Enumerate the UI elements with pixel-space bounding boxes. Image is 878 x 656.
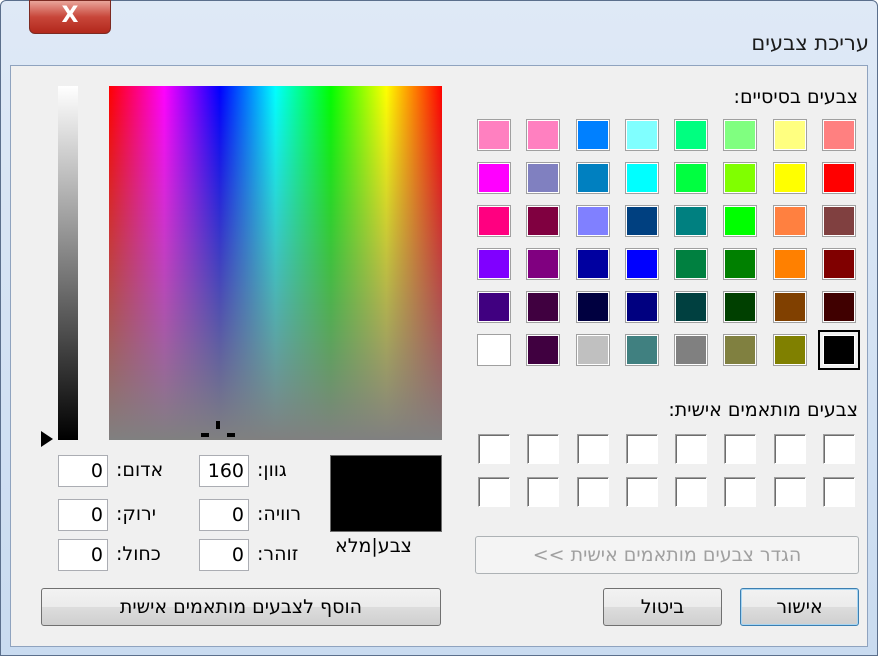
basic-color-swatch[interactable] xyxy=(477,205,511,237)
saturation-input[interactable]: 0 xyxy=(199,499,249,531)
custom-color-slot[interactable] xyxy=(478,477,510,507)
add-to-custom-colors-button[interactable]: הוסף לצבעים מותאמים אישית xyxy=(41,588,441,626)
luminance-arrow-icon[interactable] xyxy=(41,431,53,447)
basic-color-swatch[interactable] xyxy=(773,248,807,280)
custom-color-slot[interactable] xyxy=(774,477,806,507)
basic-color-swatch[interactable] xyxy=(674,205,708,237)
basic-color-swatch[interactable] xyxy=(773,205,807,237)
basic-color-swatch[interactable] xyxy=(773,334,807,366)
green-input[interactable]: 0 xyxy=(58,499,108,531)
custom-colors-label: צבעים מותאמים אישית: xyxy=(668,399,858,421)
spectrum-crosshair-left xyxy=(201,433,209,437)
luminance-slider[interactable] xyxy=(58,86,78,440)
basic-color-swatch[interactable] xyxy=(674,248,708,280)
basic-color-swatch[interactable] xyxy=(576,291,610,323)
basic-color-swatch[interactable] xyxy=(822,205,856,237)
blue-input[interactable]: 0 xyxy=(58,539,108,571)
basic-color-swatch[interactable] xyxy=(625,291,659,323)
basic-color-swatch[interactable] xyxy=(477,119,511,151)
basic-color-swatch[interactable] xyxy=(818,330,860,370)
basic-color-swatch[interactable] xyxy=(526,205,560,237)
title-bar: X עריכת צבעים xyxy=(1,0,878,65)
basic-color-swatch[interactable] xyxy=(625,334,659,366)
basic-color-swatch[interactable] xyxy=(576,248,610,280)
basic-color-swatch[interactable] xyxy=(625,205,659,237)
blue-label: כחול: xyxy=(116,543,161,565)
basic-color-swatch[interactable] xyxy=(723,119,757,151)
hue-label: גוון: xyxy=(257,459,287,481)
basic-color-swatch[interactable] xyxy=(822,291,856,323)
color-spectrum[interactable] xyxy=(109,86,442,440)
custom-color-slot[interactable] xyxy=(527,477,559,507)
basic-color-swatch[interactable] xyxy=(822,248,856,280)
basic-color-swatch[interactable] xyxy=(822,162,856,194)
custom-color-slot[interactable] xyxy=(626,434,658,464)
basic-color-swatch[interactable] xyxy=(477,162,511,194)
basic-color-swatch[interactable] xyxy=(576,119,610,151)
basic-color-swatch[interactable] xyxy=(723,334,757,366)
saturation-label: רוויה: xyxy=(257,503,302,525)
basic-color-swatch[interactable] xyxy=(674,291,708,323)
hue-input[interactable]: 160 xyxy=(199,455,249,487)
basic-color-swatch[interactable] xyxy=(576,162,610,194)
basic-colors-label: צבעים בסיסיים: xyxy=(733,86,858,108)
basic-color-swatch[interactable] xyxy=(773,162,807,194)
basic-color-swatch[interactable] xyxy=(526,248,560,280)
basic-color-swatch[interactable] xyxy=(526,291,560,323)
basic-color-swatch[interactable] xyxy=(723,291,757,323)
close-button[interactable]: X xyxy=(29,0,111,34)
custom-color-slot[interactable] xyxy=(675,434,707,464)
basic-color-swatch[interactable] xyxy=(773,119,807,151)
custom-color-slot[interactable] xyxy=(577,477,609,507)
basic-color-swatch[interactable] xyxy=(674,119,708,151)
basic-color-swatch[interactable] xyxy=(526,162,560,194)
custom-color-slot[interactable] xyxy=(724,477,756,507)
custom-color-slot[interactable] xyxy=(577,434,609,464)
custom-color-slot[interactable] xyxy=(626,477,658,507)
red-input[interactable]: 0 xyxy=(58,455,108,487)
basic-color-swatch[interactable] xyxy=(526,334,560,366)
solid-color-label: צבע|מלא xyxy=(335,535,412,557)
ok-button[interactable]: אישור xyxy=(740,588,859,626)
basic-color-swatch[interactable] xyxy=(625,119,659,151)
basic-color-swatch[interactable] xyxy=(723,162,757,194)
custom-color-slot[interactable] xyxy=(527,434,559,464)
green-label: ירוק: xyxy=(116,503,157,525)
basic-color-swatch[interactable] xyxy=(477,334,511,366)
red-label: אדום: xyxy=(116,459,164,481)
basic-color-swatch[interactable] xyxy=(576,205,610,237)
basic-color-swatch[interactable] xyxy=(822,119,856,151)
basic-color-swatch[interactable] xyxy=(674,162,708,194)
basic-color-swatch[interactable] xyxy=(723,248,757,280)
basic-color-swatch[interactable] xyxy=(576,334,610,366)
close-icon: X xyxy=(61,3,79,28)
custom-color-slot[interactable] xyxy=(478,434,510,464)
custom-color-slot[interactable] xyxy=(774,434,806,464)
window-title: עריכת צבעים xyxy=(751,31,869,55)
basic-color-swatch[interactable] xyxy=(625,248,659,280)
solid-color-preview xyxy=(330,455,442,532)
basic-color-swatch[interactable] xyxy=(773,291,807,323)
basic-color-swatch[interactable] xyxy=(477,291,511,323)
basic-color-swatch[interactable] xyxy=(477,248,511,280)
basic-color-swatch[interactable] xyxy=(723,205,757,237)
luminance-input[interactable]: 0 xyxy=(199,539,249,571)
custom-color-slot[interactable] xyxy=(823,434,855,464)
luminance-label: זוהר: xyxy=(257,543,299,565)
custom-color-slot[interactable] xyxy=(823,477,855,507)
custom-color-slot[interactable] xyxy=(724,434,756,464)
spectrum-crosshair xyxy=(216,421,220,429)
cancel-button[interactable]: ביטול xyxy=(603,588,722,626)
basic-color-swatch[interactable] xyxy=(674,334,708,366)
custom-color-slot[interactable] xyxy=(675,477,707,507)
basic-color-swatch[interactable] xyxy=(526,119,560,151)
define-custom-colors-button[interactable]: הגדר צבעים מותאמים אישית >> xyxy=(475,536,859,574)
basic-color-swatch[interactable] xyxy=(625,162,659,194)
spectrum-crosshair-right xyxy=(227,433,235,437)
